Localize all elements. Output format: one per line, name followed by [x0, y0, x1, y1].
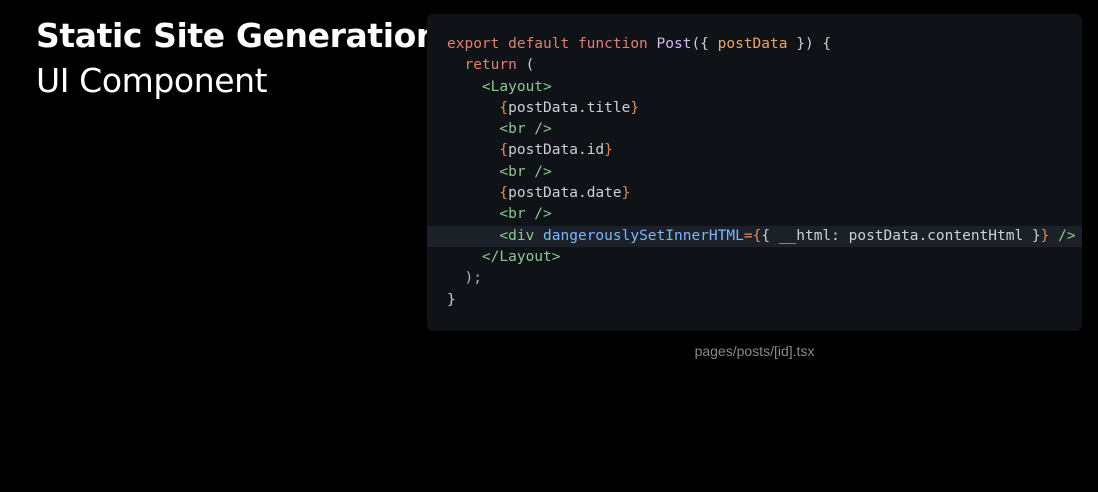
code-line: <Layout> [427, 77, 1082, 98]
code-token: export default function [447, 36, 657, 52]
code-token: postData.date [508, 185, 622, 202]
code-line: <br /> [427, 162, 1082, 183]
code-token: } [604, 142, 613, 159]
code-line: </Layout> [427, 247, 1082, 268]
code-token: return [464, 57, 517, 74]
code-token: <br /> [499, 206, 552, 223]
code-line: } [427, 290, 1082, 311]
code-token: = [743, 227, 753, 244]
code-token: postData.id [508, 142, 605, 159]
code-token: <div [499, 227, 544, 244]
code-line: {postData.id} [427, 140, 1082, 161]
code-token: postData [717, 36, 788, 52]
code-token: postData.title [508, 99, 631, 116]
code-token: { [499, 185, 509, 202]
code-token: }) { [787, 36, 832, 52]
slide-title: Static Site Generation [36, 16, 440, 55]
code-line: ); [427, 268, 1082, 289]
code-token: <br /> [499, 163, 552, 180]
code-line: <br /> [427, 119, 1082, 140]
code-token: ( [516, 57, 535, 74]
code-token: { __html: postData.contentHtml } [761, 227, 1041, 244]
code-line: {postData.date} [427, 183, 1082, 204]
code-filename-caption: pages/posts/[id].tsx [694, 343, 815, 359]
code-token: </Layout> [481, 248, 561, 265]
code-line: export default function Post({ postData … [427, 34, 1082, 55]
code-token: } [447, 291, 456, 308]
code-line: {postData.title} [427, 98, 1082, 119]
code-token: { [752, 227, 762, 244]
code-token: <Layout> [481, 78, 552, 95]
code-token: Post [656, 36, 692, 52]
code-token: /> [1049, 227, 1076, 244]
code-token: } [621, 185, 631, 202]
code-token: <br /> [499, 121, 552, 138]
code-token: { [499, 142, 509, 159]
code-token: } [630, 99, 640, 116]
code-token: ); [464, 270, 482, 287]
code-token: dangerouslySetInnerHTML [543, 227, 744, 244]
code-token: ({ [691, 36, 718, 52]
slide-heading: Static Site Generation UI Component [36, 14, 439, 104]
code-line: return ( [427, 55, 1082, 76]
code-token: { [499, 99, 509, 116]
code-block: export default function Post({ postData … [427, 14, 1082, 331]
slide-subtitle: UI Component [36, 61, 268, 100]
code-line: <br /> [427, 204, 1082, 225]
code-line-highlighted: <div dangerouslySetInnerHTML={{ __html: … [427, 225, 1082, 247]
